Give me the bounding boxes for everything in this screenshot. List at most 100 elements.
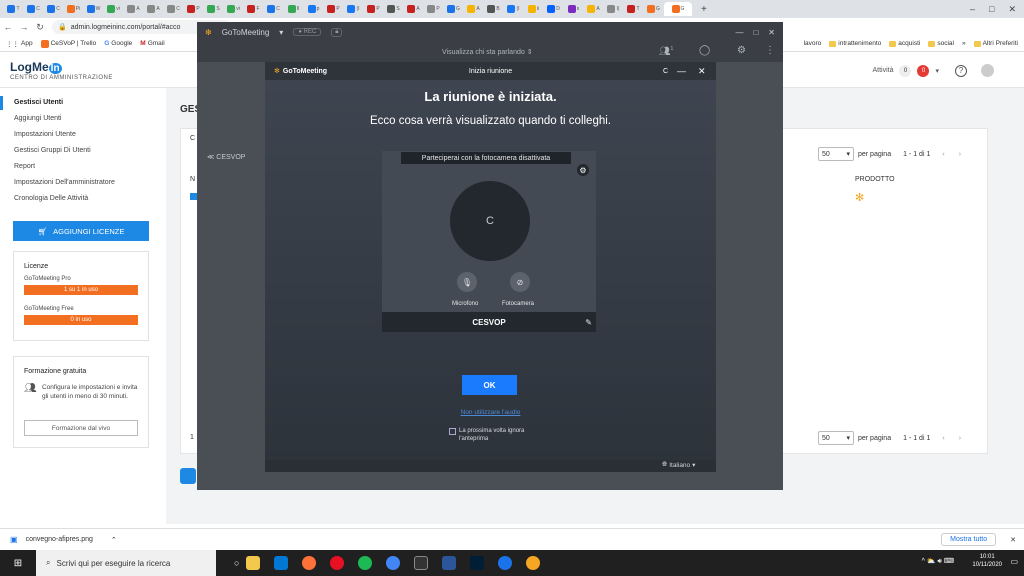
forward-icon[interactable]: → [16,22,32,32]
next-page-icon[interactable]: › [959,435,961,442]
taskbar-clock[interactable]: 10:01 10/11/2020 [972,553,1002,569]
bookmark-folder[interactable]: Altri Preferiti [973,40,1024,47]
prev-page-icon[interactable]: ‹ [942,151,944,158]
new-tab-button[interactable]: + [701,4,707,15]
maximize-button[interactable]: □ [989,4,994,14]
display-name-field[interactable]: CESVOP ✎ [382,312,596,332]
browser-tab[interactable]: vi [104,2,123,16]
browser-tab[interactable]: T [4,2,23,16]
system-tray-icons[interactable]: ^ ⛅ 🔊︎ ⌨ [922,557,954,566]
bookmark-folder[interactable]: intrattenimento [829,40,881,47]
chat-icon[interactable]: ◯ [699,45,710,56]
browser-tab[interactable]: I( [604,2,623,16]
task-view-icon[interactable]: ○ [234,558,239,568]
browser-tab[interactable]: C [264,2,283,16]
camera-off-icon[interactable]: ⊘ [510,272,530,292]
back-icon[interactable]: ← [0,22,16,32]
sidebar-item-manage-users[interactable]: Gestisci Utenti [14,99,63,106]
column-header-product[interactable]: PRODOTTO [855,176,895,183]
help-icon[interactable]: ? [955,64,967,77]
minimize-button[interactable]: — [735,28,743,37]
browser-tab[interactable]: A [404,2,423,16]
add-licenses-button[interactable]: 🛒︎ AGGIUNGI LICENZE [13,221,149,241]
floating-action-button[interactable] [180,468,196,484]
file-explorer-icon[interactable] [246,556,261,570]
opera-icon[interactable] [330,556,345,570]
browser-tab[interactable]: T [624,2,643,16]
chevron-down-icon[interactable]: ▾ [935,67,939,75]
browser-tab[interactable]: P [364,2,383,16]
bookmark-folder[interactable]: social [928,40,954,47]
browser-tab[interactable]: s [564,2,583,16]
browser-tab[interactable]: vi [224,2,243,16]
close-button[interactable]: ✕ [768,28,775,37]
taskbar-search[interactable]: ⌕ Scrivi qui per eseguire la ricerca [36,550,216,576]
show-all-button[interactable]: Mostra tutto [941,533,997,546]
browser-tab[interactable]: D [544,2,563,16]
browser-tab[interactable]: p [304,2,323,16]
app-name[interactable]: GoToMeeting [222,28,270,37]
browser-tab[interactable]: A [144,2,163,16]
browser-tab[interactable]: (I [504,2,523,16]
close-button[interactable]: ✕ [698,66,706,77]
terminal-icon[interactable] [414,556,429,570]
browser-tab[interactable]: B [484,2,503,16]
view-selector[interactable]: Visualizza chi sta parlando ⇕ [442,48,533,56]
language-selector[interactable]: 🌐︎ Italiano ▾ [662,461,695,469]
browser-tab[interactable]: P [424,2,443,16]
bookmark-item[interactable]: ⋮⋮ App [6,40,33,48]
more-icon[interactable]: ⋮ [765,45,775,56]
microphone-icon[interactable]: 🎙︎ [457,272,477,292]
spotify-icon[interactable] [358,556,373,570]
settings-icon[interactable]: ⚙ [737,45,746,56]
prev-page-icon[interactable]: ‹ [942,435,944,442]
bookmark-item[interactable]: CeSVoP | Trello [40,39,96,48]
word-icon[interactable] [442,556,457,570]
bookmark-folder[interactable]: lavoro [804,40,822,47]
browser-tab[interactable]: P [324,2,343,16]
browser-tab[interactable]: A [464,2,483,16]
firefox-icon[interactable] [302,556,317,570]
lock-icon[interactable]: 🔒︎ [331,27,343,37]
minimize-button[interactable]: – [970,4,975,14]
browser-tab[interactable]: C [44,2,63,16]
chrome-icon[interactable] [386,556,401,570]
per-page-select[interactable]: 50 ▾ [818,147,854,161]
settings-icon[interactable]: ⚙ [577,164,589,176]
per-page-select[interactable]: 50 ▾ [818,431,854,445]
activity-label[interactable]: Attività [872,67,893,74]
gotomeeting-taskbar-icon[interactable] [498,556,513,570]
maximize-button[interactable]: □ [753,28,758,37]
browser-tab[interactable]: A [124,2,143,16]
browser-tab[interactable]: G [644,2,663,16]
browser-tab[interactable]: F [244,2,263,16]
live-training-button[interactable]: Formazione dal vivo [24,420,138,436]
close-button[interactable]: ✕ [1008,4,1016,15]
edit-icon[interactable]: ✎ [585,318,592,327]
sidebar-item-admin-settings[interactable]: Impostazioni Dell'amministratore [14,179,115,186]
download-filename[interactable]: convegno-afipres.png [26,536,93,543]
logmein-logo[interactable]: LogMe In [10,60,62,74]
ok-button[interactable]: OK [462,375,517,395]
record-button[interactable]: ● REC [293,28,322,36]
bookmark-item[interactable]: G Google [104,40,132,47]
sidebar-item-activity-history[interactable]: Cronologia Delle Attività [14,195,88,202]
sidebar-item-user-settings[interactable]: Impostazioni Utente [14,131,76,138]
more-bookmarks[interactable]: » [962,40,966,47]
browser-tab[interactable]: C [164,2,183,16]
chevron-down-icon[interactable]: ▾ [279,28,283,37]
chevron-up-icon[interactable]: ⌃ [111,536,117,544]
browser-tab[interactable]: S [384,2,403,16]
sidebar-item-add-users[interactable]: Aggiungi Utenti [14,115,61,122]
skip-preview-checkbox[interactable] [449,428,456,435]
avatar[interactable] [981,64,994,77]
browser-tab[interactable]: P [184,2,203,16]
browser-tab[interactable]: C [24,2,43,16]
next-page-icon[interactable]: › [959,151,961,158]
windows-start-icon[interactable]: ⊞ [0,558,36,569]
bookmark-item[interactable]: M Gmail [140,40,164,47]
reload-icon[interactable]: ↻ [32,22,48,33]
browser-tab[interactable]: G [444,2,463,16]
browser-tab[interactable]: Pi [64,2,83,16]
store-icon[interactable] [274,556,289,570]
